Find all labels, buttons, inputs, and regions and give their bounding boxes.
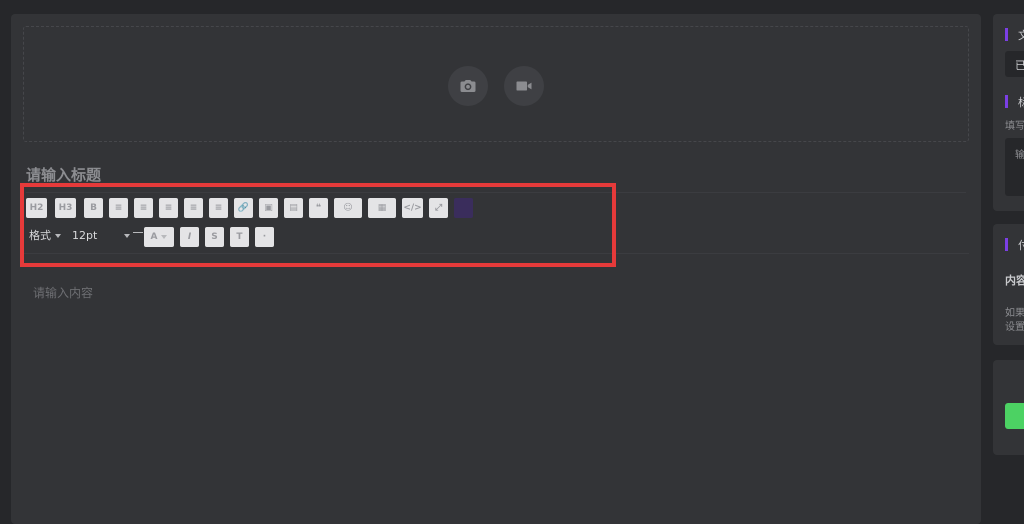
side-note-line-2: 设置 bbox=[1005, 322, 1024, 333]
side-select-field[interactable]: 已 bbox=[1005, 51, 1024, 77]
section-accent-bar bbox=[1005, 95, 1008, 108]
side-card-payment: 付 内容 如果 设置 bbox=[993, 224, 1024, 345]
editor-panel: 请输入标题 H2 H3 B ≡ ≡ ≡ ≡ ≡ 🔗 ▣ ▤ ❝ ☺ ▦ </> … bbox=[11, 14, 981, 524]
side-note-line-1: 如果 bbox=[1005, 308, 1024, 319]
side-card-heading: 文 bbox=[1018, 29, 1024, 42]
side-textarea-placeholder: 输 bbox=[1015, 150, 1024, 161]
publish-button[interactable] bbox=[1005, 403, 1024, 429]
upload-photo-button[interactable] bbox=[448, 66, 488, 106]
media-upload-zone[interactable] bbox=[23, 26, 969, 142]
side-card-heading-2: 标 bbox=[1018, 96, 1024, 109]
section-accent-bar bbox=[1005, 238, 1008, 251]
side-card-publish bbox=[993, 360, 1024, 455]
side-card-heading-3: 付 bbox=[1018, 239, 1024, 252]
video-icon bbox=[516, 81, 532, 91]
content-input[interactable]: 请输入内容 bbox=[33, 284, 93, 301]
side-label: 内容 bbox=[1005, 274, 1024, 287]
side-textarea[interactable]: 输 bbox=[1005, 138, 1024, 196]
upload-video-button[interactable] bbox=[504, 66, 544, 106]
side-select-value: 已 bbox=[1015, 59, 1024, 72]
toolbar-highlight-box bbox=[20, 183, 616, 267]
camera-icon bbox=[460, 80, 476, 92]
side-hint-text: 填写 bbox=[1005, 121, 1024, 132]
side-card-article: 文 已 标 填写 输 bbox=[993, 14, 1024, 211]
section-accent-bar bbox=[1005, 28, 1008, 41]
